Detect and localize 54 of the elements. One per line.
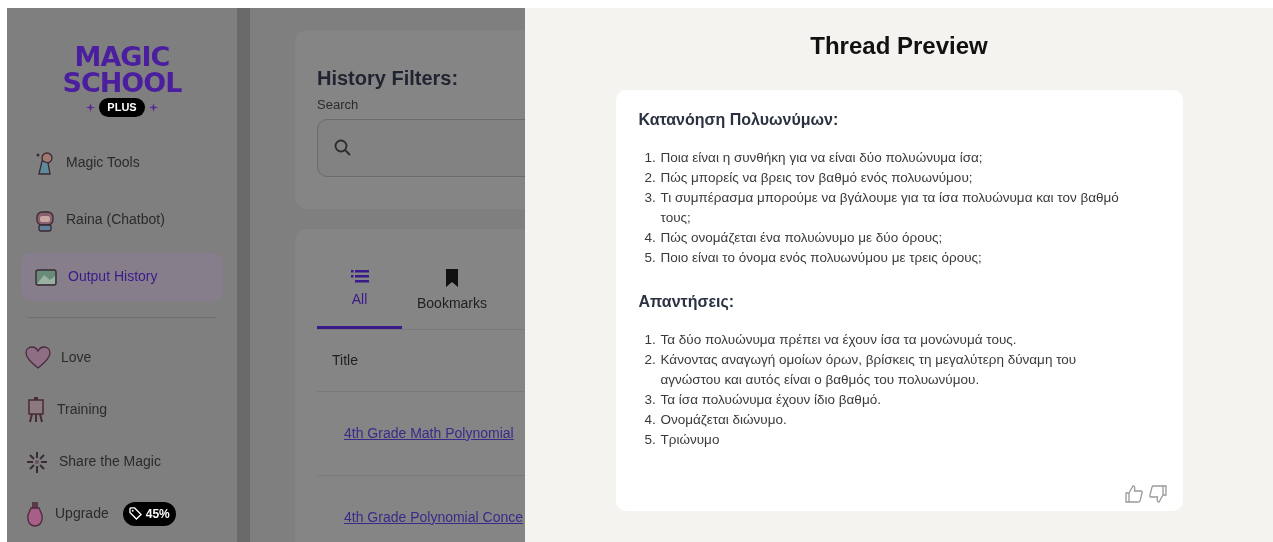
sidebar-item[interactable]: Share the Magic <box>21 437 223 486</box>
history-link[interactable]: 4th Grade Polynomial Conce <box>344 506 523 528</box>
sparkle-icon <box>148 102 158 112</box>
thumbs-down-icon[interactable] <box>1148 485 1167 503</box>
list-text: Πώς μπορείς να βρεις τον βαθμό ενός πολυωνύμου; <box>660 169 973 187</box>
search-icon <box>334 138 352 157</box>
sidebar-item[interactable]: Love <box>21 333 223 382</box>
list-number: 5. <box>644 249 657 267</box>
search-field[interactable] <box>317 118 525 177</box>
list-number: 5. <box>644 431 657 449</box>
sparkle-icon <box>25 449 49 474</box>
bookmark-icon <box>445 268 459 287</box>
list-number: 1. <box>644 149 657 167</box>
list-number: 3. <box>644 189 657 207</box>
scrollbar[interactable] <box>237 8 250 542</box>
potion-icon <box>25 500 45 527</box>
easel-icon <box>25 396 47 423</box>
list-number: 1. <box>644 331 657 349</box>
list-text: Τριώνυμο <box>660 431 720 449</box>
discount-badge: 45% <box>122 501 176 526</box>
list-number: 3. <box>644 391 657 409</box>
tab[interactable]: All <box>317 268 402 329</box>
thumbs-up-icon[interactable] <box>1124 485 1143 503</box>
column-header: Title <box>332 350 358 370</box>
logo-badge: PLUS <box>99 98 145 117</box>
list-text: Ποιο είναι το όνομα ενός πολυωνύμου με τρεις όρους; <box>660 249 982 267</box>
panel-title: Thread Preview <box>810 31 988 61</box>
sidebar-item[interactable]: Training <box>21 385 223 434</box>
list-number: 2. <box>644 169 657 187</box>
logo-text: SCHOOL <box>62 70 182 96</box>
list-number: 4. <box>644 229 657 247</box>
list-text: Τα δύο πολυώνυμα πρέπει να έχουν ίσα τα μονώνυμά τους. <box>660 331 1017 349</box>
heart-icon <box>25 345 51 370</box>
sidebar-item[interactable]: Upgrade 45% <box>21 489 223 538</box>
filters-title: History Filters: <box>317 66 460 91</box>
logo-text: MAGIC <box>74 44 170 70</box>
star-icon <box>86 102 96 112</box>
list-text: Κάνοντας αναγωγή ομοίων όρων, βρίσκεις τη μεγαλύτερη δύναμη του αγνώστου και αυτός είναι ο βαθμός του πολυωνύμου. <box>660 351 1078 389</box>
list-text: Ποια είναι η συνθήκη για να είναι δύο πολυώνυμα ίσα; <box>660 149 983 167</box>
list-text: Τα ίσα πολυώνυμα έχουν ίδιο βαθμό. <box>660 391 881 409</box>
list-text: Τι συμπέρασμα μπορούμε να βγάλουμε για τα ίσα πολυώνυμα και τον βαθμό τους; <box>660 189 1120 227</box>
list-text: Πώς ονομάζεται ένα πολυώνυμο με δύο όρους; <box>660 229 943 247</box>
sidebar-item[interactable]: Output History <box>21 252 223 301</box>
section-heading: Κατανόηση Πολυωνύμων: <box>638 110 840 130</box>
sidebar-item[interactable]: Raina (Chatbot) <box>21 195 223 244</box>
list-number: 2. <box>644 351 657 369</box>
sidebar-item[interactable]: Magic Tools <box>21 138 223 187</box>
search-label: Search <box>317 96 360 114</box>
tab[interactable]: Bookmarks <box>402 268 502 329</box>
list-text: Ονομάζεται διώνυμο. <box>660 411 787 429</box>
list-icon <box>350 268 369 283</box>
history-link[interactable]: 4th Grade Math Polynomial <box>344 422 514 444</box>
section-heading: Απαντήσεις: <box>638 292 736 312</box>
list-number: 4. <box>644 411 657 429</box>
